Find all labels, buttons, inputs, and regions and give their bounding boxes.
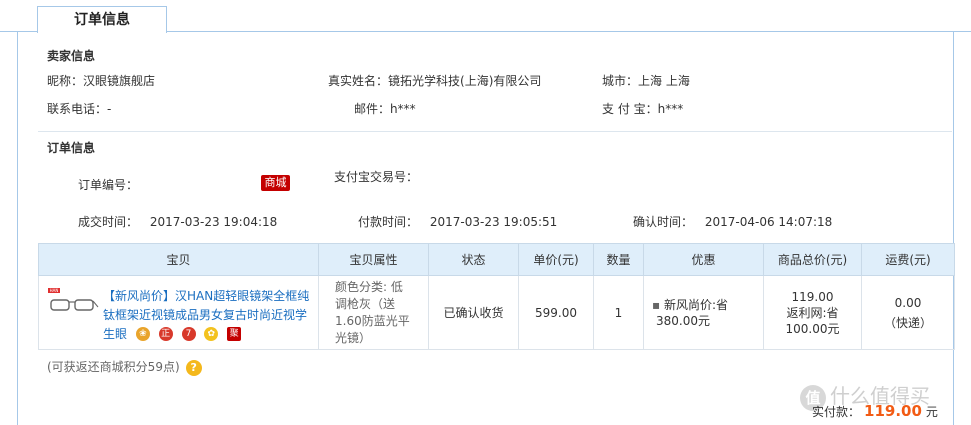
discount-line1: 新风尚价:省 [663,297,728,312]
pay-time-label: 付款时间： [358,215,419,229]
order-section-title: 订单信息 [47,141,96,155]
price-cell: 599.00 [518,275,594,350]
realname-label: 真实姓名： [328,74,389,88]
shipping-method: （快递） [883,315,932,330]
authentic-icon[interactable]: 正 [158,327,173,341]
col-header-discount: 优惠 [643,243,764,276]
seller-section-title: 卖家信息 [47,49,96,63]
confirm-time: 确认时间： 2017-04-06 14:07:18 [633,213,832,230]
pay-time-value: 2017-03-23 19:05:51 [429,215,558,229]
confirm-time-value: 2017-04-06 14:07:18 [704,215,833,229]
deal-time-value: 2017-03-23 19:04:18 [149,215,278,229]
email-value: h*** [390,102,416,116]
col-header-status: 状态 [428,243,519,276]
points-text: (可获返还商城积分59点) [47,360,180,374]
table-row: HAN 【新风尚价】汉HAN超轻眼镜架全框纯钛框架近视镜成品男女复古时尚近视学生… [38,275,955,350]
total-cell: 119.00 返利网:省 100.00元 [763,275,862,350]
phone-label: 联系电话： [47,102,108,116]
pay-time: 付款时间： 2017-03-23 19:05:51 [358,213,557,230]
svg-text:HAN: HAN [50,288,59,293]
alipay-trade-label: 支付宝交易号： [334,170,419,184]
seller-phone: 联系电话：- [47,100,111,117]
shipping-fee: 0.00 [894,295,922,310]
col-header-total: 商品总价(元) [763,243,862,276]
city-value: 上海 上海 [638,74,690,88]
status-cell: 已确认收货 [428,275,519,350]
seller-alipay: 支 付 宝：h*** [602,100,683,117]
col-header-attr: 宝贝属性 [318,243,429,276]
paid-unit: 元 [925,405,938,419]
bullet-icon: ▪ [652,297,664,312]
alipay-label: 支 付 宝： [602,102,658,116]
juhuasuan-icon[interactable]: 聚 [227,327,242,341]
col-header-qty: 数量 [593,243,644,276]
order-number-label: 订单编号： [78,178,139,192]
service-icons: ❀ 正 7 ✿ 聚 [131,325,242,344]
tab-order-info[interactable]: 订单信息 [37,6,167,33]
rebate-label: 返利网:省 [786,305,839,320]
actual-payment: 实付款： 119.00 元 [812,402,938,420]
mall-badge: 商城 [261,175,290,191]
seller-city: 城市：上海 上海 [602,72,690,89]
paid-amount: 119.00 [864,402,922,420]
paid-label: 实付款： [812,405,861,419]
seller-email: 邮件：h*** [354,100,416,117]
total-amount: 119.00 [791,289,834,304]
col-header-shipping: 运费(元) [861,243,955,276]
shipping-cell: 0.00 （快递） [861,275,955,350]
nickname-value: 汉眼镜旗舰店 [83,74,156,88]
discount-line2: 380.00元 [656,313,710,328]
item-cell: HAN 【新风尚价】汉HAN超轻眼镜架全框纯钛框架近视镜成品男女复古时尚近视学生… [38,275,319,350]
email-label: 邮件： [354,102,391,116]
phone-value: - [107,102,112,116]
confirm-time-label: 确认时间： [633,215,694,229]
help-icon[interactable]: ? [185,359,202,376]
rebate-amount: 100.00元 [785,321,840,336]
table-header-row: 宝贝 宝贝属性 状态 单价(元) 数量 优惠 商品总价(元) 运费(元) [38,243,955,276]
order-items-table: 宝贝 宝贝属性 状态 单价(元) 数量 优惠 商品总价(元) 运费(元) HAN [38,243,955,350]
alipay-value: h*** [657,102,684,116]
city-label: 城市： [602,74,639,88]
discount-cell: ▪ 新风尚价:省 380.00元 [643,275,764,350]
glasses-thumbnail-icon[interactable]: HAN [47,287,99,321]
qty-cell: 1 [593,275,644,350]
col-header-item: 宝贝 [38,243,319,276]
deal-time: 成交时间： 2017-03-23 19:04:18 [78,213,277,230]
col-header-price: 单价(元) [518,243,594,276]
tab-bar: 订单信息 [0,0,971,33]
seller-realname: 真实姓名：镜拓光学科技(上海)有限公司 [328,72,541,89]
attr-cell: 颜色分类: 低调枪灰（送1.60防蓝光平光镜） [318,275,429,350]
tulip-icon[interactable]: ❀ [135,327,150,341]
flower-icon[interactable]: ✿ [204,327,219,341]
seven-day-return-icon[interactable]: 7 [181,327,196,341]
section-divider [38,131,952,132]
seller-nickname: 昵称：汉眼镜旗舰店 [47,72,155,89]
nickname-label: 昵称： [47,74,84,88]
realname-value: 镜拓光学科技(上海)有限公司 [388,74,542,88]
deal-time-label: 成交时间： [78,215,139,229]
product-title-link[interactable]: 【新风尚价】汉HAN超轻眼镜架全框纯钛框架近视镜成品男女复古时尚近视学生眼 ❀ … [103,287,311,344]
points-info: (可获返还商城积分59点)? [47,358,202,376]
product-attributes: 颜色分类: 低调枪灰（送1.60防蓝光平光镜） [335,279,410,345]
